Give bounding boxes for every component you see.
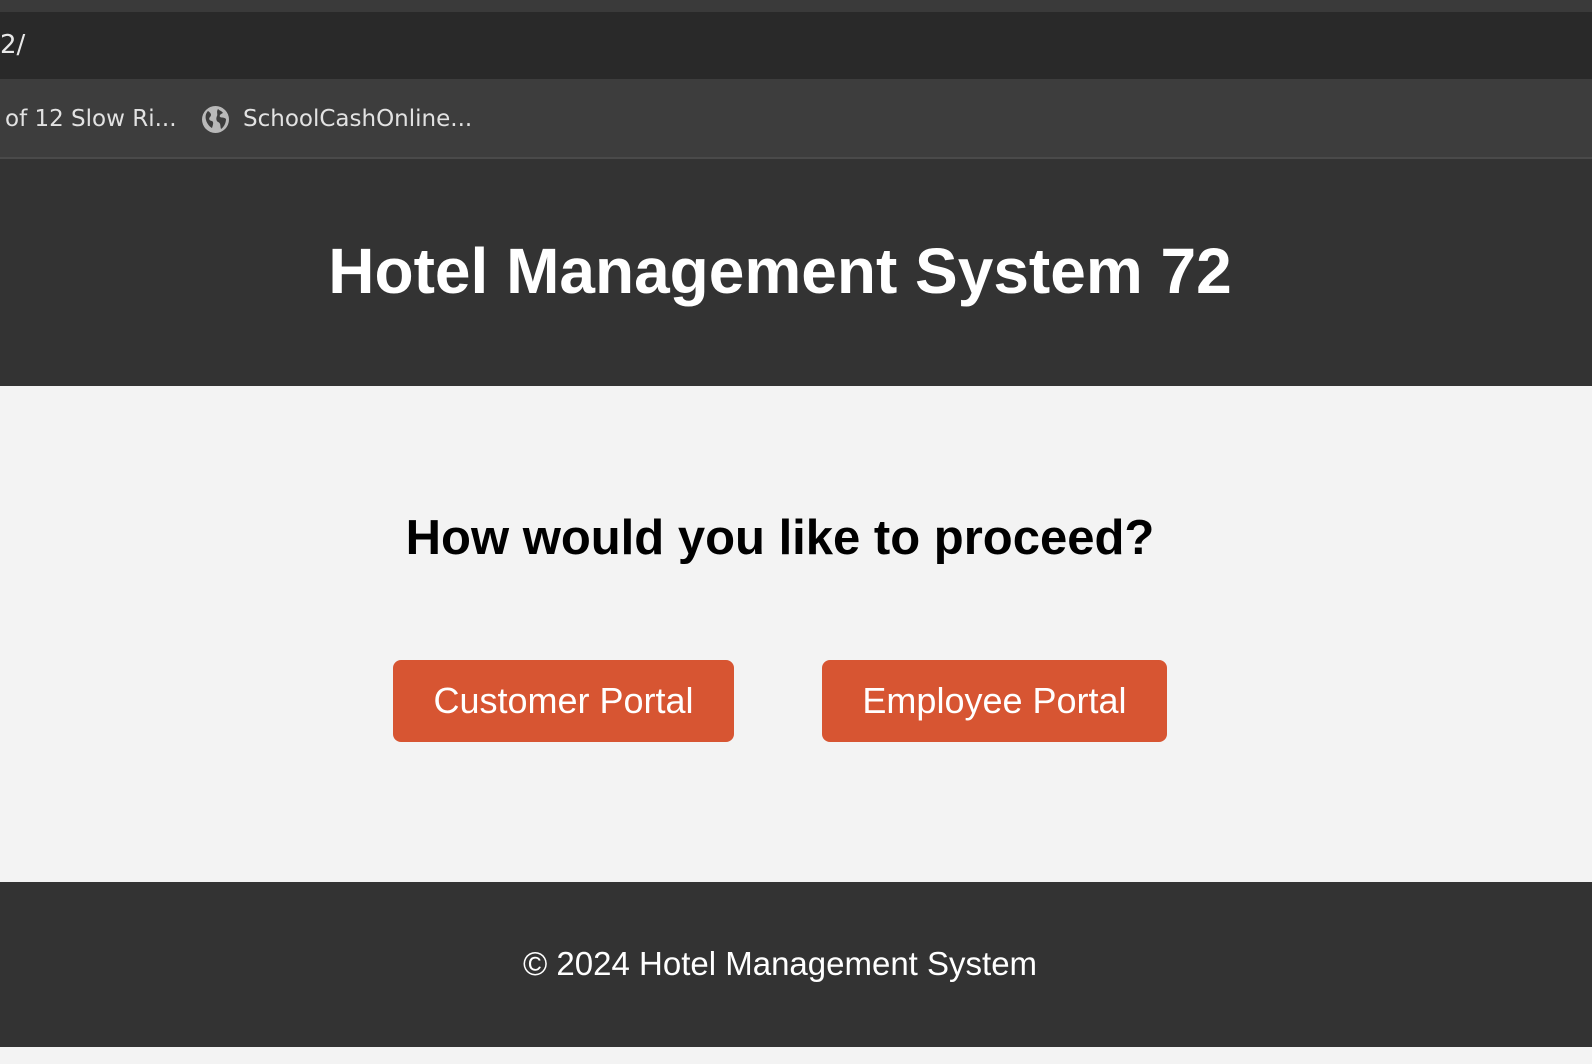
page-footer: © 2024 Hotel Management System: [0, 882, 1592, 1047]
bookmarks-bar: of 12 Slow Ri... SchoolCashOnline...: [0, 79, 1592, 159]
address-text[interactable]: 2/: [0, 28, 25, 62]
bookmark-label: of 12 Slow Ri...: [5, 106, 177, 132]
page-bottom-margin: [0, 1047, 1592, 1064]
customer-portal-button[interactable]: Customer Portal: [393, 660, 734, 742]
employee-portal-button[interactable]: Employee Portal: [822, 660, 1167, 742]
copyright-text: © 2024 Hotel Management System: [522, 945, 1038, 982]
page-header: Hotel Management System 72: [0, 159, 1592, 386]
globe-icon: [201, 105, 230, 134]
browser-tab-strip: [0, 0, 1592, 12]
bookmark-item[interactable]: of 12 Slow Ri...: [5, 79, 177, 159]
bookmark-item-schoolcash[interactable]: SchoolCashOnline...: [201, 79, 472, 159]
proceed-prompt: How would you like to proceed?: [405, 511, 1155, 565]
main-content: How would you like to proceed? Customer …: [0, 386, 1592, 882]
address-bar[interactable]: 2/: [0, 12, 1592, 79]
page-title: Hotel Management System 72: [328, 235, 1232, 307]
bookmark-label: SchoolCashOnline...: [243, 106, 473, 132]
